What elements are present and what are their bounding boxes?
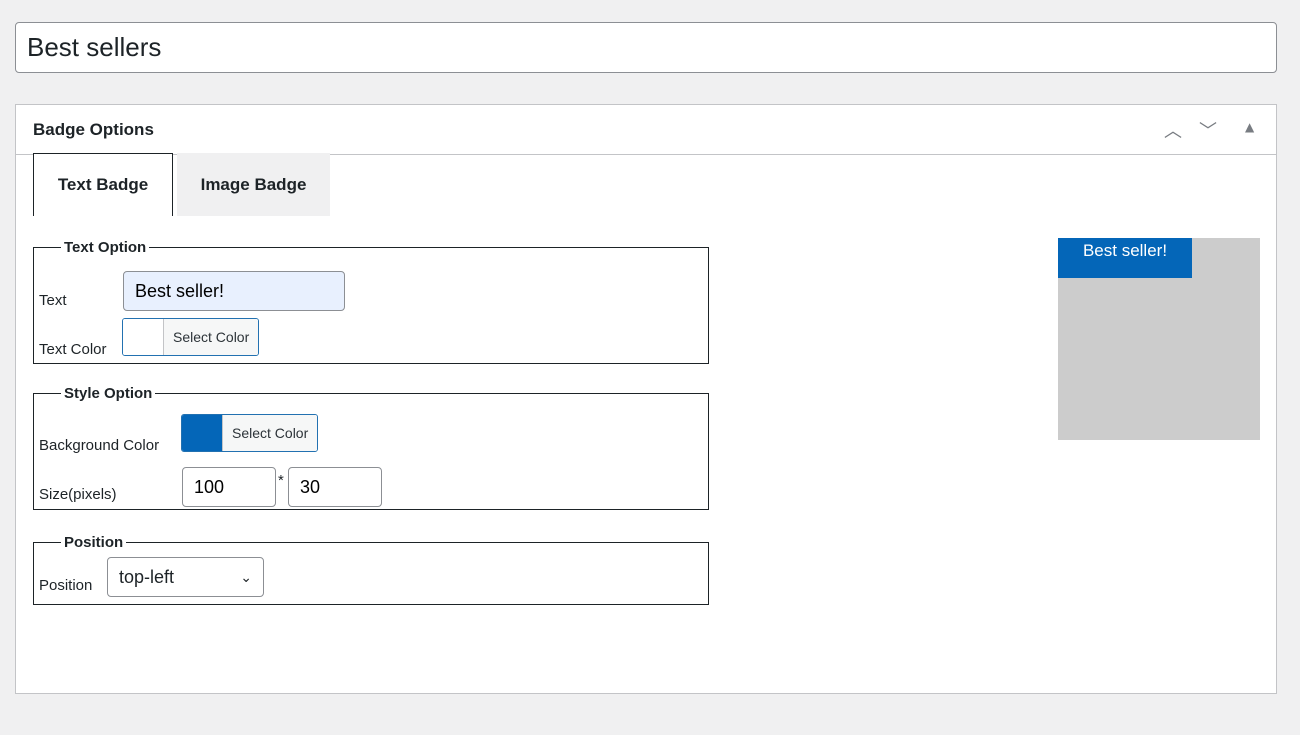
style-option-legend: Style Option	[64, 385, 153, 402]
preview-badge: Best seller!	[1058, 238, 1192, 278]
position-legend: Position	[64, 534, 124, 551]
toggle-panel-button[interactable]: ▲	[1245, 120, 1254, 134]
tab-text-badge[interactable]: Text Badge	[33, 153, 173, 216]
triangle-up-icon: ▲	[1245, 120, 1255, 134]
position-label: Position	[39, 577, 93, 594]
text-color-picker[interactable]: Select Color	[122, 318, 260, 356]
panel-title: Badge Options	[33, 120, 154, 139]
move-down-button[interactable]: ﹀	[1199, 117, 1217, 143]
chevron-down-icon: ﹀	[1199, 121, 1217, 142]
move-up-button[interactable]: ︿	[1164, 117, 1182, 143]
background-color-label: Background Color	[39, 437, 160, 454]
panel-header: Badge Options ︿ ﹀ ▲	[16, 105, 1276, 155]
select-background-color-button[interactable]: Select Color	[223, 415, 318, 451]
position-selected-value: top-left	[119, 566, 175, 587]
size-separator: *	[278, 472, 284, 489]
badge-width-input[interactable]	[182, 467, 276, 507]
badge-options-panel: Badge Options ︿ ﹀ ▲ Text Badge Image Bad…	[15, 104, 1277, 694]
tab-image-badge[interactable]: Image Badge	[177, 153, 330, 216]
badge-text-input[interactable]	[123, 271, 345, 311]
select-text-color-button[interactable]: Select Color	[164, 319, 259, 355]
text-color-label: Text Color	[39, 341, 107, 358]
chevron-up-icon: ︿	[1164, 121, 1182, 142]
size-label: Size(pixels)	[39, 486, 117, 503]
post-title-input[interactable]	[15, 22, 1277, 73]
position-fieldset: Position Position top-left ⌄	[33, 534, 709, 605]
text-color-swatch	[123, 319, 164, 355]
background-color-swatch	[182, 415, 223, 451]
text-option-legend: Text Option	[64, 239, 147, 256]
chevron-down-icon: ⌄	[240, 568, 252, 585]
style-option-fieldset: Style Option Background Color Select Col…	[33, 385, 709, 510]
badge-height-input[interactable]	[288, 467, 382, 507]
position-select[interactable]: top-left ⌄	[107, 557, 264, 597]
background-color-picker[interactable]: Select Color	[181, 414, 319, 452]
badge-preview: Best seller!	[1058, 238, 1260, 440]
text-label: Text	[39, 292, 67, 309]
text-option-fieldset: Text Option Text Text Color Select Color	[33, 239, 709, 364]
